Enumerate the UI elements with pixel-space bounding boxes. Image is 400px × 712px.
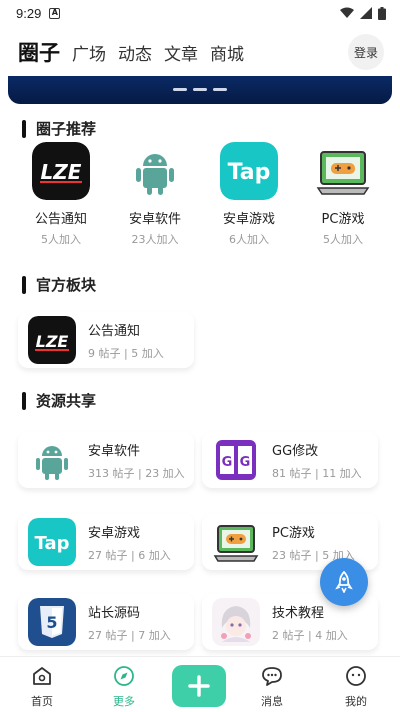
plus-icon <box>188 675 210 697</box>
home-icon <box>33 667 51 685</box>
board-meta: 9 帖子 | 5 加入 <box>88 346 164 360</box>
recommend-count: 5人加入 <box>323 233 363 246</box>
recommend-name: 公告通知 <box>34 212 87 227</box>
section-label: 资源共享 <box>36 392 97 410</box>
wifi-icon <box>340 7 354 18</box>
board-meta: 81 帖子 | 11 加入 <box>272 466 362 480</box>
svg-text:Tap: Tap <box>228 160 271 185</box>
lze-logo-icon: LZE <box>28 316 76 364</box>
board-name: 安卓游戏 <box>88 525 141 541</box>
gamepad-icon <box>314 142 372 200</box>
chat-bubble-icon <box>262 667 282 686</box>
bottom-nav-label: 更多 <box>113 695 135 708</box>
section-label: 官方板块 <box>36 276 97 294</box>
tab-circle[interactable]: 圈子 <box>18 37 60 67</box>
recommend-item-announcements[interactable]: LZE 公告通知 5人加入 <box>14 142 108 247</box>
recommend-name: PC游戏 <box>321 212 365 227</box>
board-card-gg-modify[interactable]: GG GG修改 81 帖子 | 11 加入 <box>202 432 378 488</box>
recommend-count: 6人加入 <box>229 233 269 246</box>
svg-text:LZE: LZE <box>36 332 69 351</box>
section-title-official: 官方板块 <box>22 274 96 295</box>
svg-text:G: G <box>222 455 233 470</box>
top-nav: 圈子 广场 动态 文章 商城 登录 <box>0 30 400 74</box>
recommend-count: 5人加入 <box>41 233 81 246</box>
add-post-button[interactable] <box>172 665 226 707</box>
bottom-nav-messages[interactable]: 消息 <box>242 665 302 709</box>
compass-icon <box>114 666 134 686</box>
android-icon <box>28 436 76 484</box>
android-icon <box>126 142 184 200</box>
battery-icon <box>378 6 386 20</box>
tab-mall[interactable]: 商城 <box>210 40 244 65</box>
tab-square[interactable]: 广场 <box>72 40 106 65</box>
board-meta: 313 帖子 | 23 加入 <box>88 466 185 480</box>
svg-text:G: G <box>240 455 251 470</box>
bottom-nav-mine[interactable]: 我的 <box>326 665 386 709</box>
board-name: 站长源码 <box>88 605 141 621</box>
recommend-name: 安卓软件 <box>128 212 181 227</box>
board-card-android-games[interactable]: Tap 安卓游戏 27 帖子 | 6 加入 <box>18 514 194 570</box>
bottom-nav-label: 首页 <box>31 695 53 708</box>
recommend-item-pc-games[interactable]: PC游戏 5人加入 <box>296 142 390 247</box>
board-card-webmaster-source[interactable]: 5 站长源码 27 帖子 | 7 加入 <box>18 594 194 650</box>
bottom-nav-more[interactable]: 更多 <box>94 665 154 709</box>
board-name: PC游戏 <box>272 525 315 541</box>
section-label: 圈子推荐 <box>36 120 97 138</box>
bottom-nav-home[interactable]: 首页 <box>12 665 72 709</box>
carousel-dot <box>173 88 187 91</box>
section-title-recommend: 圈子推荐 <box>22 118 96 139</box>
board-meta: 2 帖子 | 4 加入 <box>272 628 348 642</box>
lze-logo-icon: LZE <box>32 142 90 200</box>
profile-face-icon <box>346 666 366 686</box>
section-bar <box>22 391 26 410</box>
banner-carousel[interactable] <box>8 76 392 104</box>
svg-text:LZE: LZE <box>41 160 82 184</box>
board-name: 安卓软件 <box>88 443 141 459</box>
rocket-fab-button[interactable] <box>320 558 368 606</box>
board-card-android-apps[interactable]: 安卓软件 313 帖子 | 23 加入 <box>18 432 194 488</box>
tab-articles[interactable]: 文章 <box>164 40 198 65</box>
status-bar: 9:29 A <box>0 0 400 26</box>
carousel-indicator <box>173 88 227 91</box>
signal-icon <box>360 7 372 19</box>
status-time: 9:29 <box>16 5 42 21</box>
recommend-item-android-apps[interactable]: 安卓软件 23人加入 <box>108 142 202 247</box>
gamepad-icon <box>212 518 260 566</box>
section-bar <box>22 119 26 138</box>
board-name: 公告通知 <box>88 323 141 339</box>
html5-icon: 5 <box>28 598 76 646</box>
tap-icon: Tap <box>28 518 76 566</box>
bottom-nav: 首页 更多 消息 我的 <box>0 656 400 712</box>
tap-icon: Tap <box>220 142 278 200</box>
anime-avatar-icon <box>212 598 260 646</box>
board-card-announcements[interactable]: LZE 公告通知 9 帖子 | 5 加入 <box>18 312 194 368</box>
board-meta: 27 帖子 | 7 加入 <box>88 628 171 642</box>
bottom-nav-label: 我的 <box>345 695 367 708</box>
board-meta: 27 帖子 | 6 加入 <box>88 548 171 562</box>
board-name: GG修改 <box>272 443 319 459</box>
recommend-row: LZE 公告通知 5人加入 安卓软件 23人加入 Tap 安卓游戏 6人加入 P… <box>14 142 390 247</box>
tab-dynamics[interactable]: 动态 <box>118 40 152 65</box>
svg-text:Tap: Tap <box>35 533 70 554</box>
recommend-item-android-games[interactable]: Tap 安卓游戏 6人加入 <box>202 142 296 247</box>
carousel-dot <box>213 88 227 91</box>
gg-icon: GG <box>212 436 260 484</box>
rocket-icon <box>335 571 353 593</box>
notification-a-icon: A <box>49 7 61 19</box>
section-title-resources: 资源共享 <box>22 390 96 411</box>
carousel-dot <box>193 88 207 91</box>
section-bar <box>22 275 26 294</box>
login-button[interactable]: 登录 <box>348 34 384 70</box>
recommend-count: 23人加入 <box>131 233 179 246</box>
bottom-nav-label: 消息 <box>261 695 283 708</box>
recommend-name: 安卓游戏 <box>222 212 275 227</box>
svg-text:5: 5 <box>46 613 57 632</box>
